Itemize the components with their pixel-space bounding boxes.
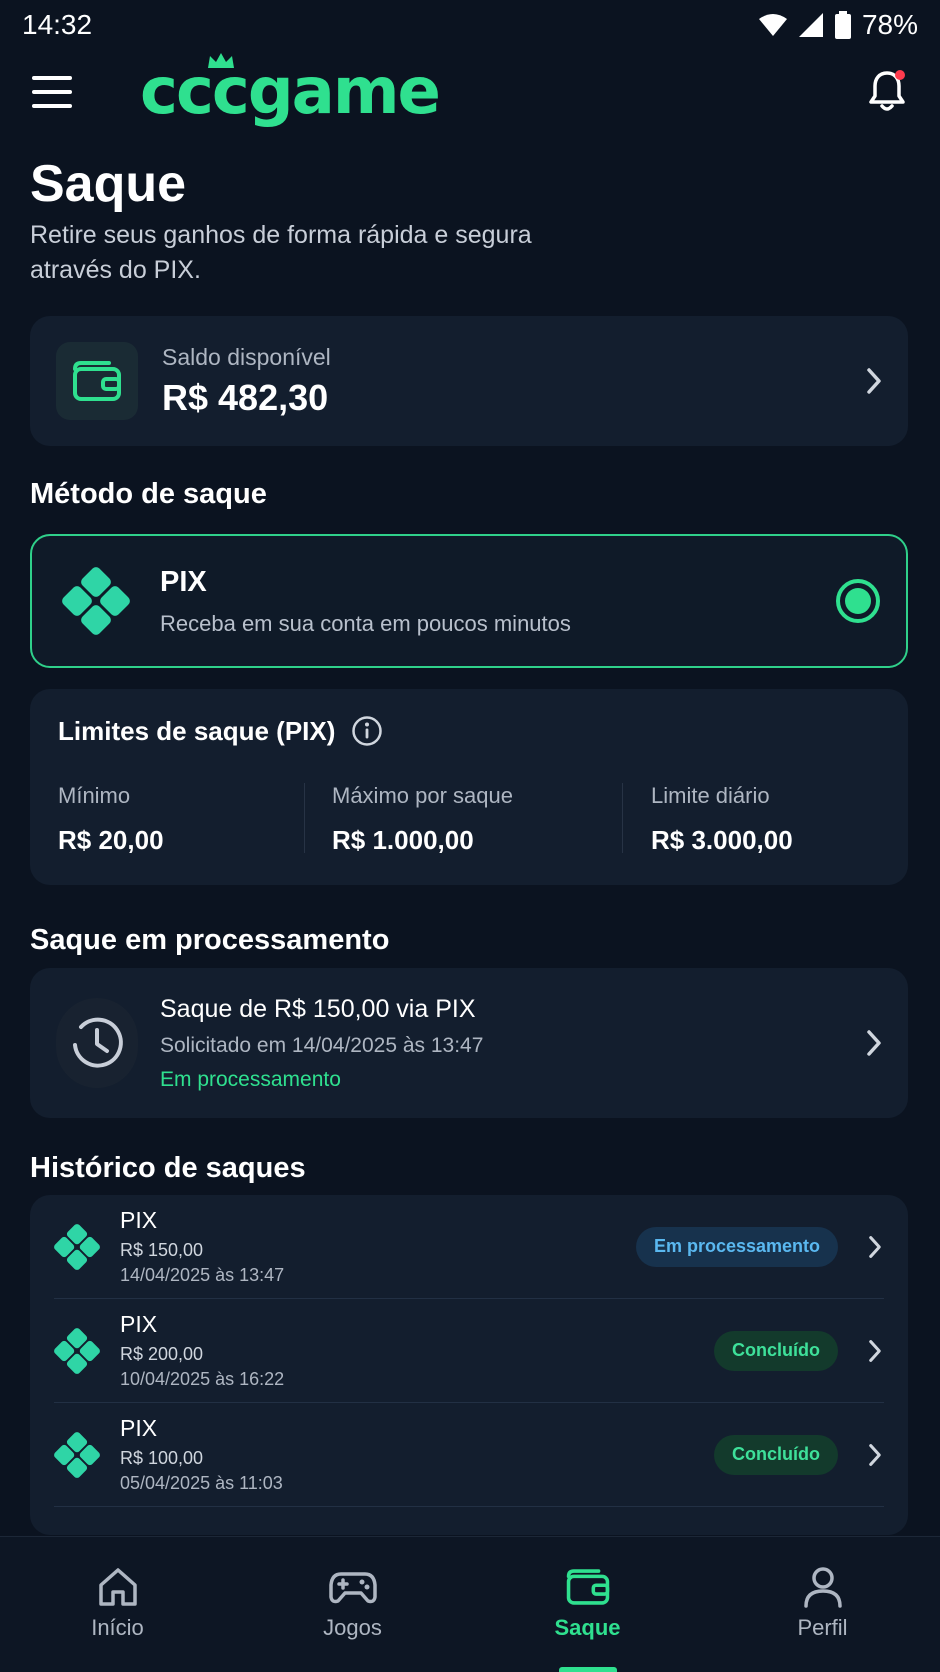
gamepad-icon xyxy=(328,1572,377,1604)
limit-daily: Limite diário R$ 3.000,00 xyxy=(651,783,793,856)
status-icons: 78% xyxy=(758,9,918,41)
chevron-right-icon[interactable] xyxy=(866,1029,882,1057)
clock-icon-box xyxy=(56,998,138,1088)
wallet-icon xyxy=(566,1569,609,1605)
history-section-title: Histórico de saques xyxy=(30,1152,306,1184)
limit-label: Mínimo xyxy=(58,783,131,808)
balance-label: Saldo disponível xyxy=(162,343,331,370)
nav-item-inicio[interactable]: Início xyxy=(0,1537,235,1672)
app-logo[interactable]: cccgame xyxy=(140,53,441,124)
battery-level: 78% xyxy=(861,9,918,40)
chevron-right-icon[interactable] xyxy=(868,1339,882,1363)
chevron-right-icon[interactable] xyxy=(866,367,882,395)
history-date: 14/04/2025 às 13:47 xyxy=(120,1265,285,1285)
wallet-icon xyxy=(73,361,121,401)
pix-icon xyxy=(54,1431,100,1478)
menu-icon[interactable] xyxy=(30,72,74,112)
processing-card[interactable]: Saque de R$ 150,00 via PIX Solicitado em… xyxy=(30,968,908,1118)
status-time: 14:32 xyxy=(22,9,93,40)
history-method: PIX xyxy=(120,1415,158,1441)
pix-icon xyxy=(54,1327,100,1374)
limit-value: R$ 3.000,00 xyxy=(651,825,793,855)
nav-label: Perfil xyxy=(797,1615,848,1640)
nav-label: Jogos xyxy=(323,1615,382,1640)
history-amount: R$ 100,00 xyxy=(120,1448,204,1468)
history-item[interactable]: PIX R$ 150,00 14/04/2025 às 13:47 Em pro… xyxy=(54,1195,884,1299)
chevron-right-icon[interactable] xyxy=(868,1443,882,1467)
history-list: PIX R$ 150,00 14/04/2025 às 13:47 Em pro… xyxy=(30,1195,908,1535)
nav-label: Início xyxy=(91,1615,144,1640)
processing-status: Em processamento xyxy=(160,1067,341,1091)
method-section-title: Método de saque xyxy=(30,478,267,510)
nav-item-saque[interactable]: Saque xyxy=(470,1537,705,1672)
info-icon[interactable] xyxy=(351,715,383,747)
nav-label: Saque xyxy=(554,1615,621,1640)
limit-maximum: Máximo por saque R$ 1.000,00 xyxy=(332,783,513,856)
processing-section-title: Saque em processamento xyxy=(30,924,390,956)
history-date: 05/04/2025 às 11:03 xyxy=(120,1473,283,1493)
wifi-icon xyxy=(758,14,787,36)
status-badge: Em processamento xyxy=(635,1226,838,1267)
method-name: PIX xyxy=(160,565,207,598)
status-badge: Concluído xyxy=(714,1330,838,1371)
limits-card: Limites de saque (PIX) Mínimo R$ 20,00 M… xyxy=(30,689,908,885)
logo-text: cccgame xyxy=(140,55,441,129)
clock-icon xyxy=(73,1017,123,1068)
method-description: Receba em sua conta em poucos minutos xyxy=(160,610,571,636)
status-bar: 14:32 78% xyxy=(0,0,940,50)
limit-value: R$ 1.000,00 xyxy=(332,825,474,855)
app-header: cccgame xyxy=(0,52,940,132)
limit-label: Limite diário xyxy=(651,783,770,808)
chevron-right-icon[interactable] xyxy=(868,1235,882,1259)
signal-icon xyxy=(798,13,823,37)
notification-button[interactable] xyxy=(866,68,908,119)
limit-value: R$ 20,00 xyxy=(58,825,164,855)
battery-icon xyxy=(834,11,851,39)
nav-item-jogos[interactable]: Jogos xyxy=(235,1537,470,1672)
balance-card[interactable]: Saldo disponível R$ 482,30 xyxy=(30,316,908,446)
pix-icon xyxy=(62,567,130,635)
method-radio-selected[interactable] xyxy=(836,579,880,623)
history-item[interactable]: PIX R$ 100,00 05/04/2025 às 11:03 Conclu… xyxy=(54,1403,884,1507)
history-amount: R$ 200,00 xyxy=(120,1344,204,1364)
limits-title: Limites de saque (PIX) xyxy=(58,715,336,746)
history-item[interactable]: PIX R$ 200,00 10/04/2025 às 16:22 Conclu… xyxy=(54,1299,884,1403)
user-icon xyxy=(803,1567,842,1608)
page-subtitle: Retire seus ganhos de forma rápida e seg… xyxy=(30,221,532,284)
nav-item-perfil[interactable]: Perfil xyxy=(705,1537,940,1672)
status-badge: Concluído xyxy=(714,1434,838,1475)
limit-divider xyxy=(304,783,305,853)
balance-value: R$ 482,30 xyxy=(162,376,329,418)
home-icon xyxy=(98,1568,137,1606)
history-method: PIX xyxy=(120,1207,158,1233)
bottom-nav: Início Jogos Saque Perfil xyxy=(0,1536,940,1672)
history-date: 10/04/2025 às 16:22 xyxy=(120,1369,285,1389)
bell-icon xyxy=(869,70,905,111)
page-title: Saque xyxy=(30,155,187,213)
history-amount: R$ 150,00 xyxy=(120,1240,204,1260)
wallet-icon-box xyxy=(56,342,138,420)
nav-active-indicator xyxy=(558,1667,617,1672)
processing-title: Saque de R$ 150,00 via PIX xyxy=(160,994,476,1023)
crown-icon xyxy=(208,53,234,68)
pix-icon xyxy=(54,1223,100,1270)
limit-minimum: Mínimo R$ 20,00 xyxy=(58,783,164,856)
method-option-pix[interactable]: PIX Receba em sua conta em poucos minuto… xyxy=(30,534,908,668)
processing-date: Solicitado em 14/04/2025 às 13:47 xyxy=(160,1033,484,1057)
limit-divider xyxy=(622,783,623,853)
limits-header: Limites de saque (PIX) xyxy=(58,715,880,747)
limits-row: Mínimo R$ 20,00 Máximo por saque R$ 1.00… xyxy=(30,783,908,863)
history-method: PIX xyxy=(120,1311,158,1337)
limit-label: Máximo por saque xyxy=(332,783,513,808)
